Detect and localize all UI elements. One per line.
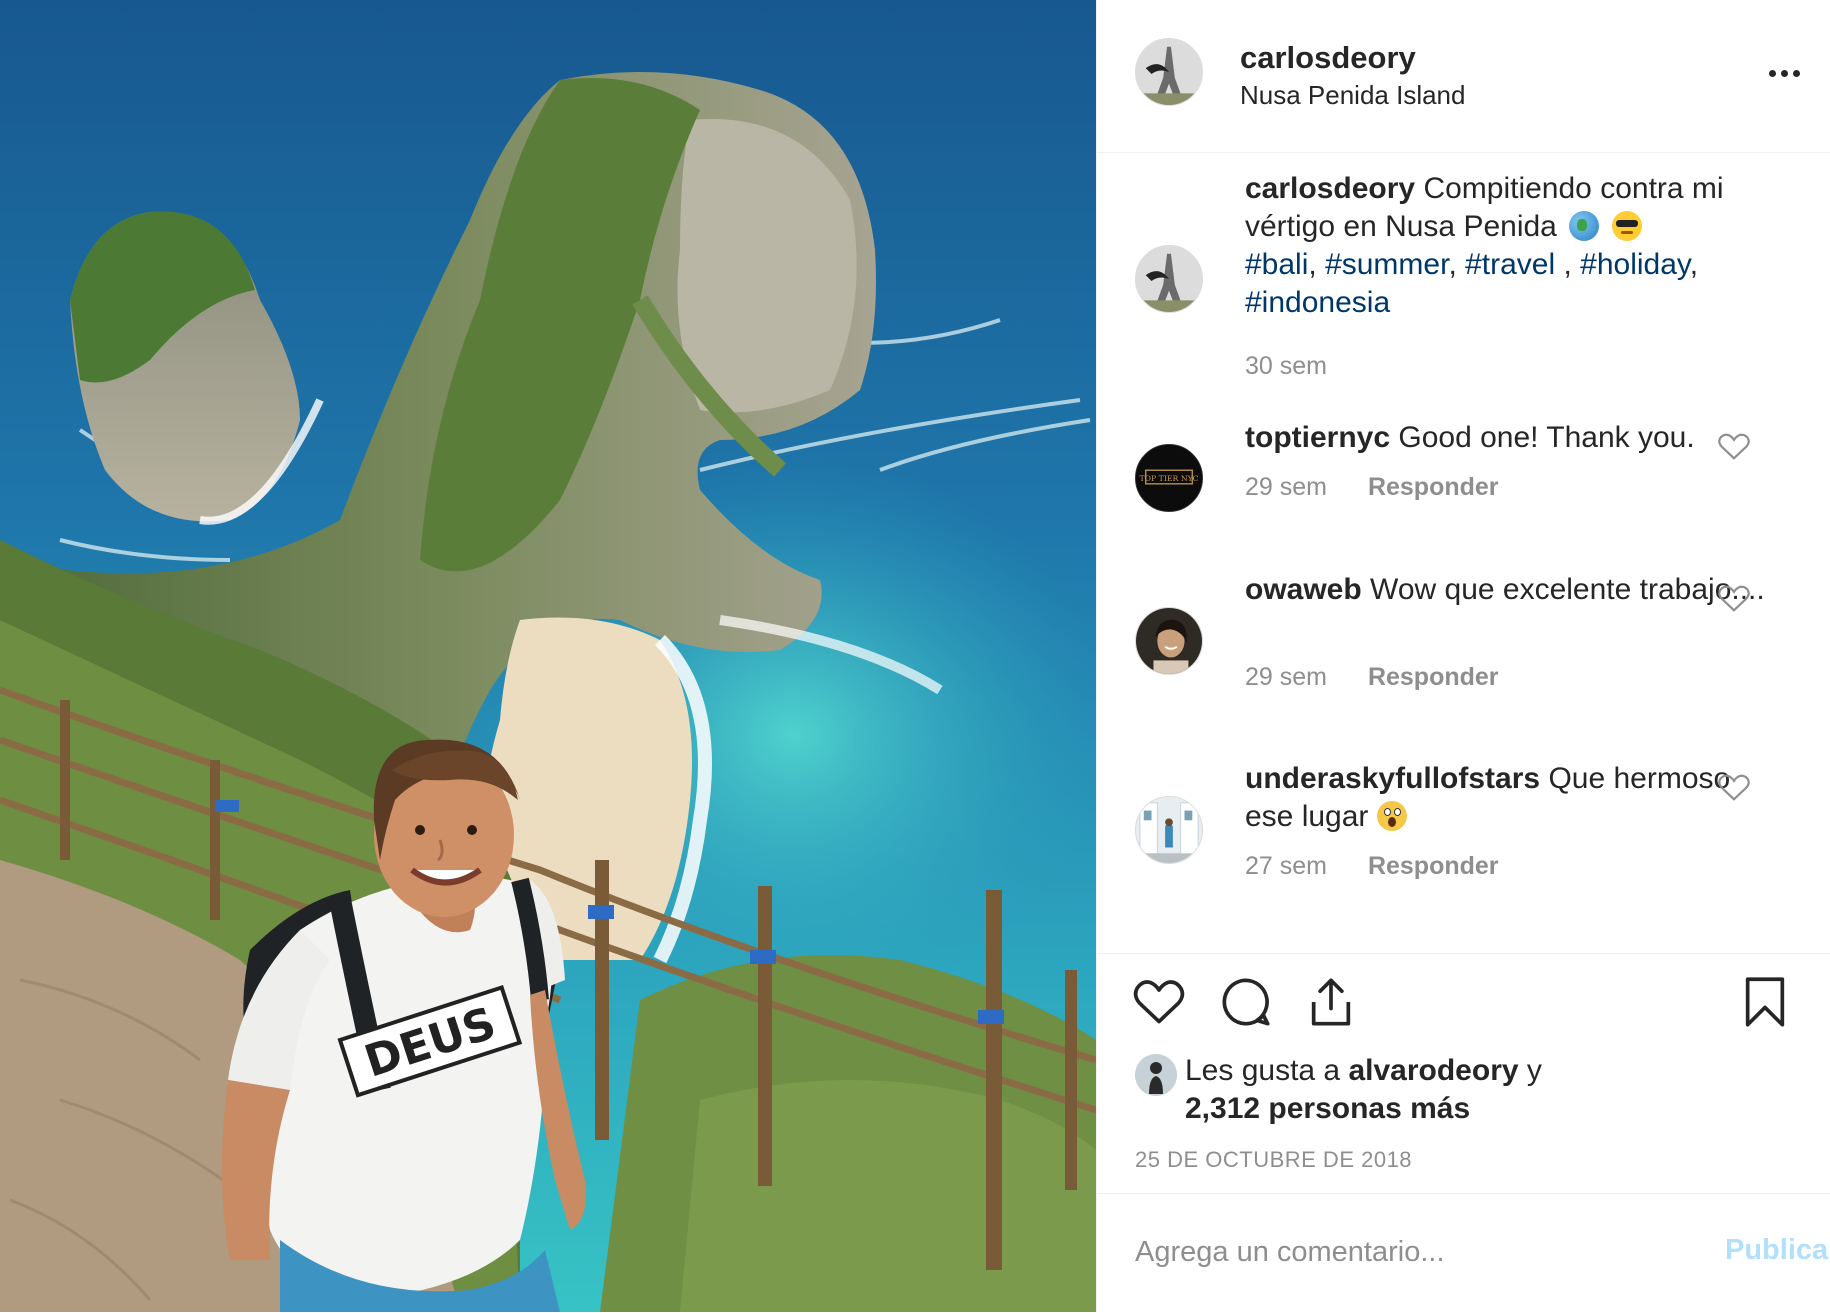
- reply-button[interactable]: Responder: [1368, 852, 1499, 880]
- street-photo-icon: [1136, 797, 1202, 863]
- caption-meta: 30 sem: [1245, 352, 1327, 381]
- comment-icon[interactable]: [1220, 976, 1272, 1028]
- post-photo[interactable]: DEUS: [0, 0, 1096, 1312]
- comment-text: toptiernyc Good one! Thank you.: [1245, 419, 1765, 457]
- screaming-face-emoji-icon: [1376, 801, 1407, 831]
- share-icon[interactable]: [1305, 976, 1357, 1028]
- hashtag-holiday[interactable]: #holiday: [1580, 248, 1690, 281]
- commenter-avatar[interactable]: [1135, 607, 1203, 675]
- comment-input[interactable]: [1135, 1228, 1655, 1276]
- hashtag-travel[interactable]: #travel: [1465, 248, 1555, 281]
- toptier-logo-icon: TOP TIER NYC: [1136, 445, 1202, 511]
- caption-text: carlosdeory Compitiendo contra mi vértig…: [1245, 172, 1724, 319]
- post-location[interactable]: Nusa Penida Island: [1240, 80, 1465, 111]
- hashtag-summer[interactable]: #summer: [1325, 248, 1448, 281]
- sunglasses-emoji-icon: [1611, 211, 1642, 241]
- like-comment-heart-icon[interactable]: [1717, 431, 1751, 461]
- like-comment-heart-icon[interactable]: [1717, 583, 1751, 613]
- comment-meta: 29 sem Responder: [1245, 663, 1499, 692]
- eiffel-photo-icon: [1136, 246, 1202, 312]
- comments-list[interactable]: carlosdeory Compitiendo contra mi vértig…: [1097, 153, 1830, 953]
- author-avatar[interactable]: [1135, 38, 1203, 106]
- post-actions: Les gusta a alvarodeory y 2,312 personas…: [1097, 953, 1830, 1194]
- comment-username[interactable]: owaweb: [1245, 573, 1362, 606]
- likes-prefix: Les gusta a: [1185, 1054, 1341, 1087]
- comment-username[interactable]: toptiernyc: [1245, 421, 1390, 454]
- likes-user[interactable]: alvarodeory: [1348, 1054, 1518, 1087]
- comment-body: Good one! Thank you.: [1398, 421, 1695, 454]
- like-comment-heart-icon[interactable]: [1717, 772, 1751, 802]
- commenter-avatar[interactable]: TOP TIER NYC: [1135, 444, 1203, 512]
- post-sidebar: carlosdeory Nusa Penida Island carlosdeo…: [1096, 0, 1830, 1312]
- comment-time[interactable]: 29 sem: [1245, 473, 1327, 501]
- caption-author-avatar[interactable]: [1135, 245, 1203, 313]
- liker-avatar[interactable]: [1135, 1054, 1177, 1096]
- comment-text: underaskyfullofstars Que hermoso ese lug…: [1245, 760, 1765, 836]
- hashtag-bali[interactable]: #bali: [1245, 248, 1308, 281]
- person-photo-icon: [1136, 608, 1202, 674]
- comment-body: Wow que excelente trabajo....: [1370, 573, 1765, 606]
- comment-meta: 29 sem Responder: [1245, 473, 1499, 502]
- post-photo-image: DEUS: [0, 0, 1096, 1312]
- post-date[interactable]: 25 DE OCTUBRE DE 2018: [1135, 1147, 1412, 1173]
- add-comment-bar: Publicar: [1097, 1193, 1830, 1313]
- likes-count[interactable]: 2,312 personas más: [1185, 1092, 1470, 1125]
- heart-icon[interactable]: [1133, 976, 1185, 1028]
- comment-meta: 27 sem Responder: [1245, 852, 1499, 881]
- hashtag-indonesia[interactable]: #indonesia: [1245, 286, 1390, 319]
- author-username[interactable]: carlosdeory: [1240, 40, 1416, 76]
- comment-time[interactable]: 27 sem: [1245, 852, 1327, 880]
- post-header: carlosdeory Nusa Penida Island: [1097, 0, 1830, 153]
- svg-text:TOP TIER NYC: TOP TIER NYC: [1139, 474, 1198, 483]
- reply-button[interactable]: Responder: [1368, 473, 1499, 501]
- comment-text: owaweb Wow que excelente trabajo....: [1245, 571, 1765, 609]
- publish-button[interactable]: Publicar: [1725, 1234, 1830, 1267]
- reply-button[interactable]: Responder: [1368, 663, 1499, 691]
- caption-time[interactable]: 30 sem: [1245, 352, 1327, 380]
- comment-time[interactable]: 29 sem: [1245, 663, 1327, 691]
- globe-emoji-icon: [1569, 211, 1600, 241]
- bookmark-icon[interactable]: [1743, 976, 1787, 1028]
- comment-username[interactable]: underaskyfullofstars: [1245, 762, 1540, 795]
- person-silhouette-icon: [1135, 1054, 1177, 1096]
- more-options-icon[interactable]: [1763, 58, 1807, 88]
- likes-connector: y: [1526, 1054, 1542, 1087]
- instagram-post: DEUS carlosdeory Nusa Penida Island carl…: [0, 0, 1830, 1312]
- commenter-avatar[interactable]: [1135, 796, 1203, 864]
- likes-summary[interactable]: Les gusta a alvarodeory y 2,312 personas…: [1185, 1052, 1542, 1128]
- caption-username[interactable]: carlosdeory: [1245, 172, 1415, 205]
- eiffel-photo-icon: [1136, 39, 1202, 105]
